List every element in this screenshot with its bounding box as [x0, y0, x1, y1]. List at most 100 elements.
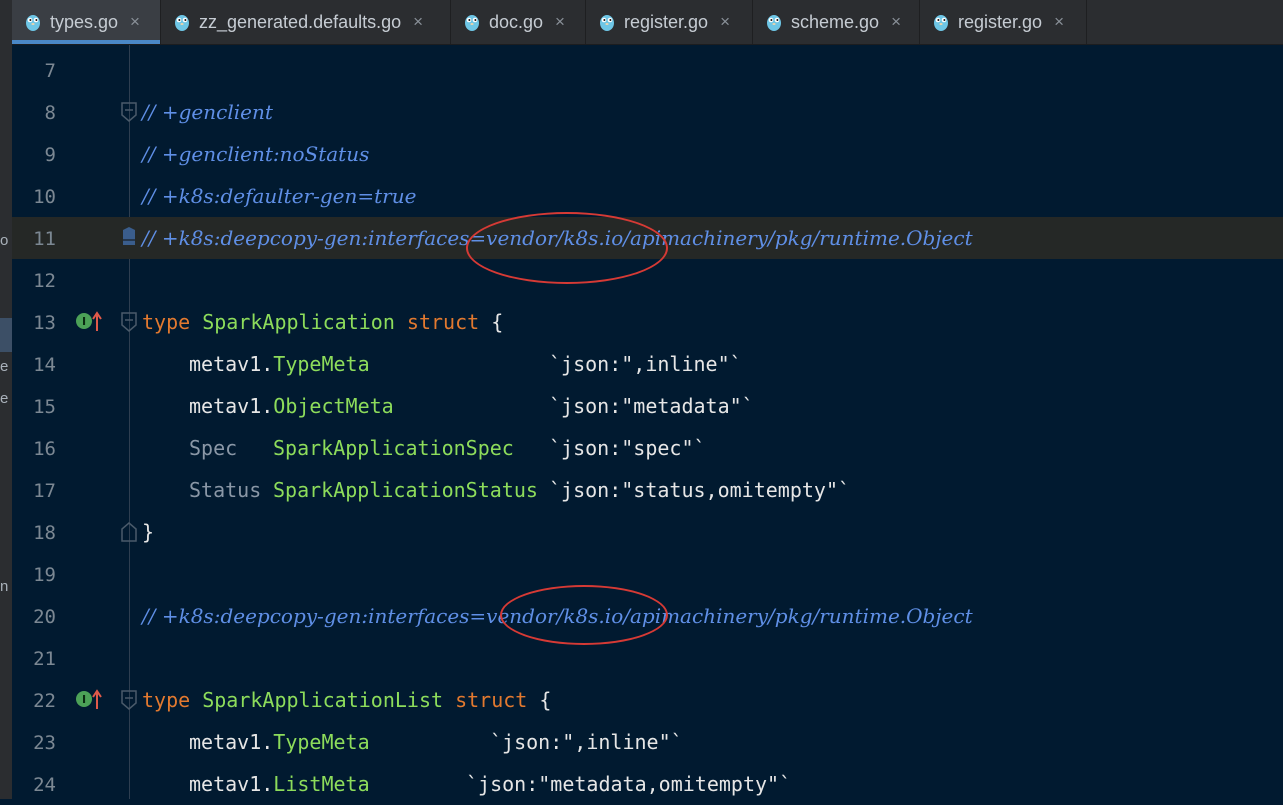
package-qualifier: metav1. [189, 772, 274, 796]
line-number: 17 [33, 480, 56, 502]
keyword: type [142, 688, 191, 712]
tab-label: scheme.go [791, 11, 880, 32]
close-icon[interactable]: × [720, 12, 730, 32]
line-number: 9 [44, 144, 56, 166]
code-line[interactable]: 17 Status SparkApplicationStatus `json:"… [12, 469, 1283, 511]
struct-tag: `json:"metadata"` [549, 394, 754, 418]
code-line[interactable]: 7 [12, 49, 1283, 91]
struct-tag: `json:"metadata,omitempty"` [466, 772, 792, 796]
line-number: 15 [33, 396, 56, 418]
code-line[interactable]: 8 // +genclient [12, 91, 1283, 133]
gopher-icon [26, 15, 40, 31]
struct-tag: `json:"status,omitempty"` [549, 478, 851, 502]
annotation-ellipse [500, 585, 668, 645]
gopher-icon [465, 15, 479, 31]
type-name: SparkApplication [202, 310, 395, 334]
code-line[interactable]: 9 // +genclient:noStatus [12, 133, 1283, 175]
field-name: Spec [189, 436, 238, 460]
close-icon[interactable]: × [891, 12, 901, 32]
code-line[interactable]: 15 metav1.ObjectMeta `json:"metadata"` [12, 385, 1283, 427]
panel-text-fragment: n [0, 578, 9, 595]
line-number: 14 [33, 354, 56, 376]
tab-zz-generated-defaults-go[interactable]: zz_generated.defaults.go × [161, 0, 451, 44]
panel-text-fragment: o [0, 232, 9, 249]
package-qualifier: metav1. [189, 730, 274, 754]
line-number: 24 [33, 774, 56, 796]
tab-label: register.go [624, 11, 709, 32]
code-line[interactable]: 16 Spec SparkApplicationSpec `json:"spec… [12, 427, 1283, 469]
gopher-icon [934, 15, 948, 31]
line-number: 12 [33, 270, 56, 292]
brace: { [479, 310, 504, 334]
editor-tab-bar: types.go × zz_generated.defaults.go × do… [12, 0, 1283, 45]
fold-icon[interactable] [120, 521, 138, 543]
struct-tag: `json:"spec"` [549, 436, 706, 460]
code-line[interactable]: 14 metav1.TypeMeta `json:",inline"` [12, 343, 1283, 385]
type-name: ObjectMeta [273, 394, 394, 418]
line-number: 10 [33, 186, 56, 208]
tab-label: types.go [50, 11, 119, 32]
gopher-icon [600, 15, 614, 31]
tab-types-go[interactable]: types.go × [12, 0, 161, 44]
svg-text:I: I [82, 693, 86, 706]
line-number: 7 [44, 60, 56, 82]
code-line[interactable]: 19 [12, 553, 1283, 595]
package-qualifier: metav1. [189, 394, 274, 418]
line-number: 23 [33, 732, 56, 754]
type-name: TypeMeta [273, 352, 370, 376]
type-name: ListMeta [273, 772, 370, 796]
gopher-icon [175, 15, 189, 31]
fold-icon[interactable] [120, 311, 138, 333]
tab-scheme-go[interactable]: scheme.go × [753, 0, 920, 44]
fold-icon[interactable] [120, 689, 138, 711]
tab-label: zz_generated.defaults.go [199, 11, 402, 32]
panel-text-fragment: e [0, 358, 9, 375]
line-number: 20 [33, 606, 56, 628]
tab-register-go-2[interactable]: register.go × [920, 0, 1087, 44]
close-icon[interactable]: × [555, 12, 565, 32]
line-number: 18 [33, 522, 56, 544]
svg-text:I: I [82, 315, 86, 328]
fold-icon[interactable] [120, 101, 138, 123]
implemented-icon[interactable]: I [75, 687, 105, 711]
code-line[interactable]: 18 } [12, 511, 1283, 553]
field-name: Status [189, 478, 262, 502]
keyword: struct [455, 688, 528, 712]
keyword: struct [406, 310, 480, 334]
tab-doc-go[interactable]: doc.go × [451, 0, 586, 44]
type-name: SparkApplicationStatus [273, 478, 538, 502]
project-panel-edge: o e e n [0, 0, 12, 799]
code-line[interactable]: 13 I type SparkApplication struct { [12, 301, 1283, 343]
project-panel-selection [0, 318, 12, 352]
code-line[interactable]: 23 metav1.TypeMeta `json:",inline"` [12, 721, 1283, 763]
code-editor[interactable]: 7 8 // +genclient 9 // +genclient:noStat… [12, 45, 1283, 799]
panel-text-fragment: e [0, 390, 9, 407]
type-name: TypeMeta [273, 730, 370, 754]
annotation-ellipse [466, 212, 668, 284]
code-line[interactable]: 21 [12, 637, 1283, 679]
code-comment: // +genclient [142, 100, 273, 124]
close-icon[interactable]: × [1054, 12, 1064, 32]
gopher-icon [767, 15, 781, 31]
code-line[interactable]: 10 // +k8s:defaulter-gen=true [12, 175, 1283, 217]
line-number: 8 [44, 102, 56, 124]
implemented-icon[interactable]: I [75, 309, 105, 333]
code-comment: // +k8s:defaulter-gen=true [142, 184, 417, 208]
brace: { [527, 688, 552, 712]
struct-tag: `json:",inline"` [549, 352, 742, 376]
code-line[interactable]: 22 I type SparkApplicationList struct { [12, 679, 1283, 721]
struct-tag: `json:",inline"` [490, 730, 683, 754]
package-qualifier: metav1. [189, 352, 274, 376]
line-number: 11 [33, 228, 56, 250]
line-number: 19 [33, 564, 56, 586]
close-icon[interactable]: × [413, 12, 423, 32]
keyword: type [142, 310, 191, 334]
close-icon[interactable]: × [130, 12, 140, 32]
type-name: SparkApplicationList [202, 688, 444, 712]
tab-register-go[interactable]: register.go × [586, 0, 753, 44]
bookmark-icon[interactable] [120, 227, 138, 249]
tab-label: doc.go [489, 11, 544, 32]
line-number: 22 [33, 690, 56, 712]
brace: } [142, 520, 155, 544]
line-number: 16 [33, 438, 56, 460]
